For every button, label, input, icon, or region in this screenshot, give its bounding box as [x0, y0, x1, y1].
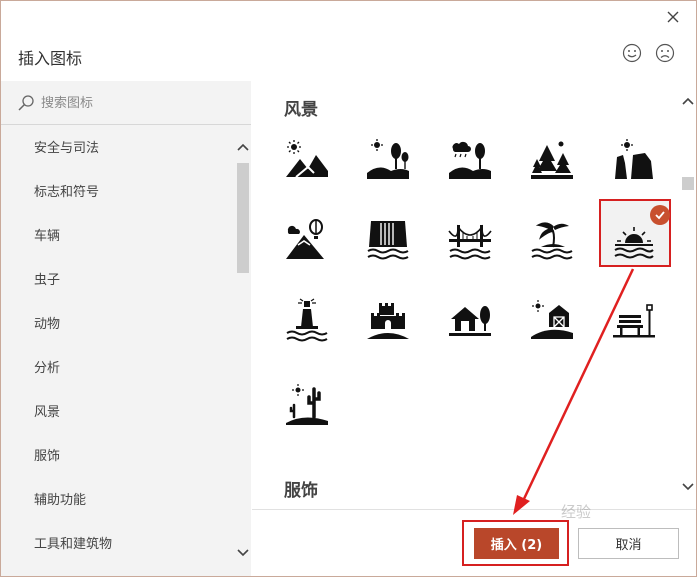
category-item[interactable]: 安全与司法 — [1, 127, 235, 171]
close-icon — [667, 11, 679, 23]
chevron-down-icon[interactable] — [235, 545, 251, 561]
cancel-button[interactable]: 取消 — [578, 528, 679, 559]
category-item[interactable]: 标志和符号 — [1, 171, 235, 215]
category-item[interactable]: 辅助功能 — [1, 479, 235, 523]
mesa-sun-icon[interactable] — [609, 135, 659, 185]
smile-icon[interactable] — [622, 43, 642, 63]
pine-trees-sun-icon[interactable] — [527, 135, 577, 185]
chevron-up-icon[interactable] — [235, 139, 251, 155]
category-item[interactable]: 虫子 — [1, 259, 235, 303]
category-item[interactable]: 车辆 — [1, 215, 235, 259]
chevron-up-icon[interactable] — [680, 93, 696, 109]
selected-check-icon — [650, 205, 670, 225]
desert-cactus-icon[interactable] — [282, 379, 332, 429]
scrollbar-thumb[interactable] — [682, 177, 694, 190]
bridge-icon[interactable] — [445, 215, 495, 265]
close-button[interactable] — [661, 6, 685, 28]
hills-trees-sun-icon[interactable] — [363, 135, 413, 185]
footer-divider — [252, 509, 696, 510]
category-sidebar: 安全与司法 标志和符号 车辆 虫子 动物 分析 风景 服饰 辅助功能 工具和建筑… — [1, 81, 251, 576]
section-title: 风景 — [284, 100, 318, 120]
barn-icon[interactable] — [527, 295, 577, 345]
category-list: 安全与司法 标志和符号 车辆 虫子 动物 分析 风景 服饰 辅助功能 工具和建筑… — [1, 127, 235, 567]
lighthouse-icon[interactable] — [282, 295, 332, 345]
gallery-scrollbar[interactable] — [680, 89, 696, 499]
bench-lamp-icon[interactable] — [609, 295, 659, 345]
category-item[interactable]: 分析 — [1, 347, 235, 391]
house-tree-icon[interactable] — [445, 295, 495, 345]
category-item[interactable]: 服饰 — [1, 435, 235, 479]
hills-trees-rain-icon[interactable] — [445, 135, 495, 185]
section-title: 服饰 — [284, 481, 318, 501]
search-icon — [18, 95, 34, 111]
search-box[interactable] — [1, 81, 251, 125]
chevron-down-icon[interactable] — [680, 479, 696, 495]
sidebar-scrollbar[interactable] — [235, 131, 251, 576]
scrollbar-thumb[interactable] — [237, 163, 249, 273]
mountain-sun-icon[interactable] — [282, 135, 332, 185]
category-item[interactable]: 风景 — [1, 391, 235, 435]
castle-icon[interactable] — [363, 295, 413, 345]
search-input[interactable] — [41, 91, 236, 115]
dialog-title: 插入图标 — [18, 49, 83, 68]
sunset-water-icon[interactable] — [609, 215, 659, 265]
waterfall-icon[interactable] — [363, 215, 413, 265]
category-item[interactable]: 工具和建筑物 — [1, 523, 235, 567]
category-item[interactable]: 动物 — [1, 303, 235, 347]
mountain-balloon-icon[interactable] — [282, 215, 332, 265]
frown-icon[interactable] — [655, 43, 675, 63]
insert-button[interactable]: 插入 (2) — [474, 528, 559, 559]
island-palm-icon[interactable] — [527, 215, 577, 265]
insert-icons-dialog: 插入图标 安全与司法 标志和符号 车辆 虫子 动物 分析 风景 服饰 辅助功能 — [0, 0, 697, 577]
